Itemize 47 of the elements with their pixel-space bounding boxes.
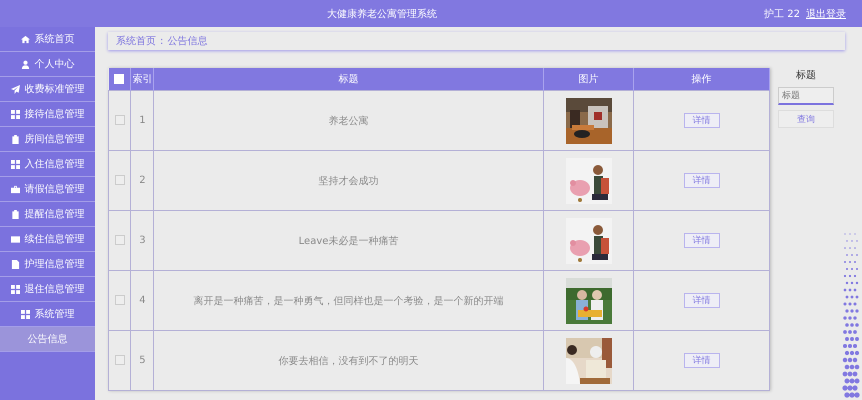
search-field[interactable]: 标题: [778, 87, 834, 105]
query-button[interactable]: 查询: [778, 110, 834, 128]
file-icon: [10, 260, 20, 268]
breadcrumb-link[interactable]: 公告信息: [167, 34, 208, 48]
details-button[interactable]: 详情: [684, 233, 720, 248]
grid-icon: [20, 310, 30, 318]
row-checkbox[interactable]: [114, 295, 125, 306]
logout-link[interactable]: 退出登录: [806, 6, 846, 20]
details-button[interactable]: 详情: [684, 113, 720, 128]
index-cell: 2: [139, 175, 146, 186]
app-title: 大健康养老公寓管理系统: [326, 8, 438, 20]
paper-plane-icon: [10, 84, 20, 94]
index-cell: 4: [139, 295, 146, 306]
card-icon: [10, 234, 20, 244]
grid-icon: [10, 110, 20, 118]
title-cell: Leave未必是一种痛苦: [298, 236, 398, 246]
index-cell: 3: [139, 235, 146, 246]
search-label: 标题: [795, 68, 817, 82]
breadcrumb-link[interactable]: 系统首页: [116, 34, 156, 48]
user-name: 护工 22: [764, 8, 800, 20]
row-checkbox[interactable]: [114, 355, 125, 366]
sidebar-item[interactable]: 公告信息: [0, 327, 95, 352]
column-header: 索引: [130, 68, 154, 90]
details-button[interactable]: 详情: [684, 293, 720, 308]
row-checkbox[interactable]: [114, 235, 125, 246]
row-checkbox[interactable]: [114, 175, 125, 186]
title-cell: 坚持才会成功: [318, 176, 379, 186]
title-cell: 你要去相信，没有到不了的明天: [278, 356, 419, 366]
column-header: 操作: [634, 68, 770, 90]
clipboard-icon: [10, 134, 20, 144]
details-button[interactable]: 详情: [684, 173, 720, 188]
title-cell: 离开是一种痛苦，是一种勇气，但同样也是一个考验，是一个新的开端: [194, 296, 504, 306]
clipboard-icon: [10, 210, 20, 218]
column-header: 图片: [543, 68, 634, 90]
details-button[interactable]: 详情: [684, 353, 720, 368]
home-icon: [20, 34, 30, 44]
index-cell: 1: [139, 115, 146, 126]
column-header: 标题: [154, 68, 544, 90]
briefcase-icon: [10, 184, 20, 194]
title-cell: 养老公寓: [328, 116, 369, 126]
grid-icon: [10, 284, 20, 294]
row-checkbox[interactable]: [114, 115, 125, 126]
user-icon: [20, 60, 30, 68]
grid-icon: [10, 160, 20, 168]
index-cell: 5: [139, 355, 146, 366]
breadcrumb-separator: :: [160, 36, 164, 46]
select-all-checkbox[interactable]: [114, 74, 124, 84]
